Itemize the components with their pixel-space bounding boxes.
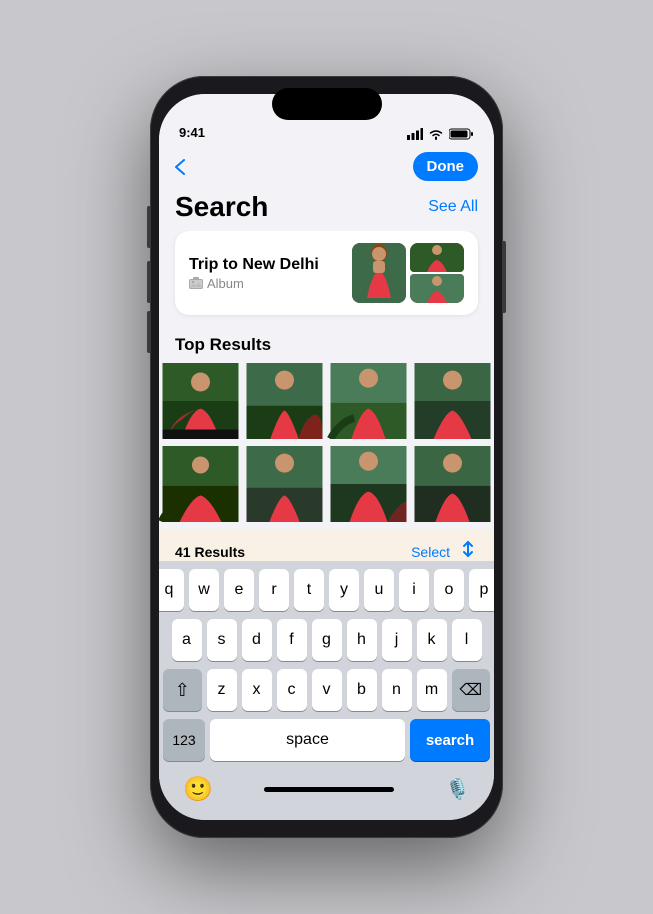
keyboard-row-3: ⇧ z x c v b n m ⌫ <box>163 669 490 711</box>
keyboard-row-2: a s d f g h j k l <box>163 619 490 661</box>
keyboard-bottom-bar: 🙂 🎙️ <box>163 769 490 820</box>
photo-art-2b <box>410 274 464 303</box>
album-photos <box>352 243 464 303</box>
key-w[interactable]: w <box>189 569 219 611</box>
grid-photo-art-4 <box>411 363 494 439</box>
grid-photo-art-5 <box>159 446 242 522</box>
grid-photo-art-7 <box>327 446 410 522</box>
key-q[interactable]: q <box>159 569 184 611</box>
key-c[interactable]: c <box>277 669 307 711</box>
key-p[interactable]: p <box>469 569 494 611</box>
key-g[interactable]: g <box>312 619 342 661</box>
key-b[interactable]: b <box>347 669 377 711</box>
results-actions: Select <box>411 539 478 561</box>
emoji-button[interactable]: 🙂 <box>183 775 213 804</box>
select-button[interactable]: Select <box>411 544 450 560</box>
key-u[interactable]: u <box>364 569 394 611</box>
page-title: Search <box>175 191 268 223</box>
key-h[interactable]: h <box>347 619 377 661</box>
wifi-icon <box>428 128 444 140</box>
key-delete[interactable]: ⌫ <box>452 669 491 711</box>
header-row: Search See All <box>159 191 494 231</box>
signal-icon <box>407 128 423 140</box>
keyboard: q w e r t y u i o p a s d f g h j k <box>159 561 494 820</box>
sort-icon[interactable] <box>458 539 478 561</box>
key-shift[interactable]: ⇧ <box>163 669 202 711</box>
grid-photo-7[interactable] <box>327 446 410 529</box>
key-r[interactable]: r <box>259 569 289 611</box>
photo-art-2a <box>410 243 464 272</box>
grid-photo-art-3 <box>327 363 410 439</box>
done-button[interactable]: Done <box>413 152 479 181</box>
grid-photo-4[interactable] <box>411 363 494 446</box>
status-icons <box>407 128 474 140</box>
key-a[interactable]: a <box>172 619 202 661</box>
album-photo-2 <box>410 243 464 303</box>
phone-frame: 9:41 <box>150 76 503 838</box>
album-subtitle: Album <box>189 276 319 291</box>
home-indicator <box>264 787 394 792</box>
album-label: Album <box>207 276 244 291</box>
see-all-button[interactable]: See All <box>428 198 478 216</box>
key-t[interactable]: t <box>294 569 324 611</box>
album-info: Trip to New Delhi Album <box>189 256 319 291</box>
battery-icon <box>449 128 474 140</box>
grid-photo-5[interactable] <box>159 446 242 529</box>
album-icon <box>189 277 203 289</box>
grid-photo-2[interactable] <box>243 363 326 446</box>
key-s[interactable]: s <box>207 619 237 661</box>
grid-photo-art-8 <box>411 446 494 522</box>
phone-screen: 9:41 <box>159 94 494 820</box>
keyboard-row-bottom: 123 space search <box>163 719 490 761</box>
nav-bar: Done <box>159 148 494 191</box>
photo-art-1 <box>352 243 406 303</box>
key-l[interactable]: l <box>452 619 482 661</box>
scroll-content[interactable]: Trip to New Delhi Album <box>159 231 494 561</box>
grid-photo-art-1 <box>159 363 242 439</box>
status-time: 9:41 <box>179 125 205 140</box>
grid-photo-3[interactable] <box>327 363 410 446</box>
album-card[interactable]: Trip to New Delhi Album <box>175 231 478 315</box>
grid-photo-art-6 <box>243 446 326 522</box>
key-v[interactable]: v <box>312 669 342 711</box>
key-d[interactable]: d <box>242 619 272 661</box>
grid-photo-art-2 <box>243 363 326 439</box>
grid-photo-8[interactable] <box>411 446 494 529</box>
mic-button[interactable]: 🎙️ <box>445 777 470 802</box>
key-n[interactable]: n <box>382 669 412 711</box>
dynamic-island <box>272 88 382 120</box>
key-i[interactable]: i <box>399 569 429 611</box>
grid-photo-6[interactable] <box>243 446 326 529</box>
key-m[interactable]: m <box>417 669 447 711</box>
key-search[interactable]: search <box>410 719 490 761</box>
section-title: Top Results <box>159 331 494 363</box>
key-o[interactable]: o <box>434 569 464 611</box>
key-z[interactable]: z <box>207 669 237 711</box>
album-title: Trip to New Delhi <box>189 256 319 274</box>
key-f[interactable]: f <box>277 619 307 661</box>
key-k[interactable]: k <box>417 619 447 661</box>
key-space[interactable]: space <box>210 719 405 761</box>
results-count: 41 Results <box>175 544 245 560</box>
key-x[interactable]: x <box>242 669 272 711</box>
results-bar: 41 Results Select <box>159 529 494 561</box>
photo-grid-top <box>159 363 494 446</box>
keyboard-row-1: q w e r t y u i o p <box>163 569 490 611</box>
back-button[interactable] <box>175 159 185 175</box>
grid-photo-1[interactable] <box>159 363 242 446</box>
key-y[interactable]: y <box>329 569 359 611</box>
photo-grid-bottom <box>159 446 494 529</box>
key-numbers[interactable]: 123 <box>163 719 205 761</box>
key-j[interactable]: j <box>382 619 412 661</box>
key-e[interactable]: e <box>224 569 254 611</box>
album-photo-1 <box>352 243 406 303</box>
